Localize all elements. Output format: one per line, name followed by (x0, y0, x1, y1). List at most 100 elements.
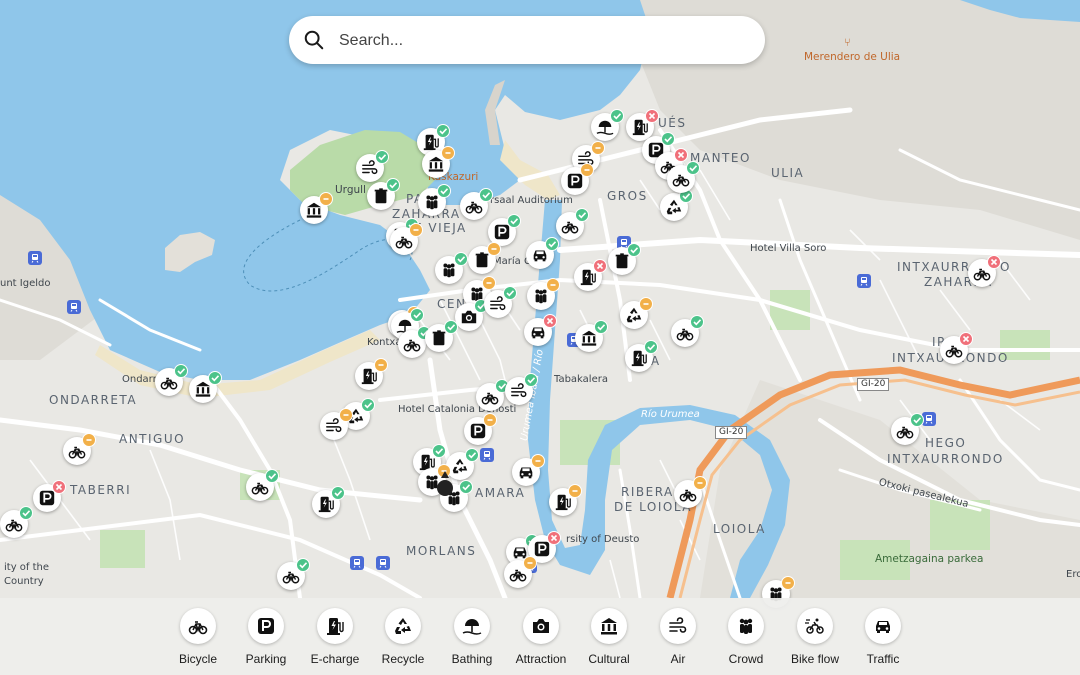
category-icon-button[interactable] (660, 608, 696, 644)
search-bar[interactable] (289, 16, 765, 64)
category-icon-button[interactable] (454, 608, 490, 644)
status-good-badge (575, 208, 589, 222)
category-crowd[interactable]: Crowd (708, 606, 784, 670)
map-marker-trash[interactable] (425, 320, 458, 352)
category-label: E-charge (310, 652, 360, 666)
map-marker-car[interactable] (512, 454, 545, 486)
status-good-badge (459, 480, 473, 494)
train-station-icon (376, 556, 390, 570)
status-good-badge (507, 214, 521, 228)
map-marker-recycle[interactable] (620, 297, 653, 329)
map-marker-museum[interactable] (422, 146, 455, 178)
beach-umbrella-icon (462, 619, 482, 635)
search-input[interactable] (337, 26, 741, 56)
category-icon-button[interactable] (180, 608, 216, 644)
category-icon-button[interactable] (523, 608, 559, 644)
map-marker-bicycle[interactable] (476, 379, 509, 411)
map-marker-bicycle[interactable] (556, 208, 589, 240)
map-marker-wind[interactable] (356, 150, 389, 182)
category-recycle[interactable]: Recycle (365, 606, 441, 670)
map-marker-bicycle[interactable] (63, 433, 96, 465)
map-marker-crowd[interactable] (527, 278, 560, 310)
map-marker-wind[interactable] (484, 286, 517, 318)
category-icon-button[interactable] (797, 608, 833, 644)
map-marker-bicycle[interactable] (277, 558, 310, 590)
car-icon (876, 621, 890, 633)
category-e-charge[interactable]: E-charge (297, 606, 373, 670)
status-good-badge (296, 558, 310, 572)
search-icon (304, 30, 324, 50)
map-marker-bicycle[interactable] (155, 364, 188, 396)
category-icon-button[interactable] (317, 608, 353, 644)
status-warn-badge (523, 556, 537, 570)
category-icon-button[interactable] (728, 608, 764, 644)
status-warn-badge (441, 146, 455, 160)
map-marker-museum[interactable] (189, 371, 222, 403)
map-marker-bicycle[interactable] (940, 332, 973, 364)
map-marker-trash[interactable] (608, 243, 641, 275)
map-marker-bicycle[interactable] (968, 255, 1001, 287)
category-bicycle[interactable]: Bicycle (160, 606, 236, 670)
map-marker-crowd[interactable] (418, 184, 451, 216)
map-marker-bicycle[interactable] (460, 188, 493, 220)
category-traffic[interactable]: Traffic (845, 606, 921, 670)
map-marker-camera[interactable] (455, 299, 488, 331)
map-marker-parking[interactable] (33, 480, 66, 512)
map-marker-museum[interactable] (575, 320, 608, 352)
category-icon-button[interactable] (248, 608, 284, 644)
map-marker-beach[interactable] (591, 109, 624, 141)
status-good-badge (644, 340, 658, 354)
category-label: Bicycle (178, 652, 217, 666)
map-marker-charger[interactable] (549, 484, 582, 516)
category-icon-button[interactable] (591, 608, 627, 644)
map-marker-car[interactable] (526, 237, 559, 269)
status-good-badge (610, 109, 624, 123)
category-icon-button[interactable] (385, 608, 421, 644)
status-warn-badge (568, 484, 582, 498)
map-marker-wind[interactable] (505, 373, 538, 405)
train-station-icon (350, 556, 364, 570)
map-marker-bicycle[interactable] (390, 223, 423, 255)
map-marker-wind[interactable] (320, 408, 353, 440)
map-marker-bicycle[interactable] (246, 469, 279, 501)
status-good-badge (444, 320, 458, 334)
category-attraction[interactable]: Attraction (503, 606, 579, 670)
current-location-dot (437, 480, 453, 496)
map-marker-bicycle[interactable] (667, 161, 700, 193)
map-marker-recycle[interactable] (660, 189, 693, 221)
map-marker-parking[interactable] (464, 413, 497, 445)
train-station-icon (67, 300, 81, 314)
map-marker-bicycle[interactable] (398, 326, 431, 358)
map-marker-charger[interactable] (312, 486, 345, 518)
map-marker-bicycle[interactable] (671, 315, 704, 347)
map-marker-trash[interactable] (367, 178, 400, 210)
map-marker-recycle[interactable] (446, 448, 479, 480)
category-bar: Bicycle Parking E-charge Recycle Bathing Attr… (0, 598, 1080, 675)
map-marker-charger[interactable] (574, 259, 607, 291)
category-icon-button[interactable] (865, 608, 901, 644)
map-marker-museum[interactable] (300, 192, 333, 224)
category-air[interactable]: Air (640, 606, 716, 670)
status-good-badge (174, 364, 188, 378)
status-good-badge (661, 132, 675, 146)
category-cultural[interactable]: Cultural (571, 606, 647, 670)
status-good-badge (386, 178, 400, 192)
map-marker-bicycle[interactable] (504, 556, 537, 588)
map-marker-charger[interactable] (355, 358, 388, 390)
category-parking[interactable]: Parking (228, 606, 304, 670)
category-bike-flow[interactable]: Bike flow (777, 606, 853, 670)
train-station-icon (857, 274, 871, 288)
category-bathing[interactable]: Bathing (434, 606, 510, 670)
map-marker-bicycle[interactable] (674, 476, 707, 508)
location-heading-icon (441, 471, 449, 478)
map-marker-car[interactable] (524, 314, 557, 346)
map-marker-crowd[interactable] (435, 252, 468, 284)
status-bad-badge (987, 255, 1001, 269)
map-marker-trash[interactable] (468, 242, 501, 274)
map-marker-bicycle[interactable] (891, 413, 924, 445)
status-good-badge (432, 444, 446, 458)
map-marker-parking[interactable] (561, 163, 594, 195)
map-marker-bicycle[interactable] (0, 506, 33, 538)
wind-icon (669, 617, 687, 633)
map-marker-charger[interactable] (625, 340, 658, 372)
